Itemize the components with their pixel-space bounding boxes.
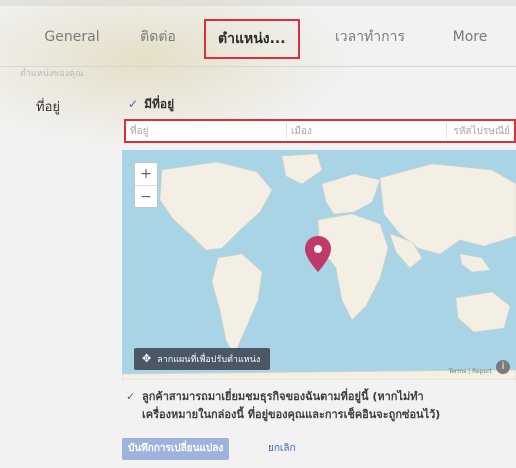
adjust-pin-label: ลากแผนที่เพื่อปรับตำแหน่ง (157, 355, 261, 365)
top-strip (0, 0, 516, 6)
zoom-in-button[interactable]: + (135, 163, 157, 185)
has-address-label: มีที่อยู่ (144, 97, 175, 111)
move-icon: ✥ (142, 352, 152, 365)
map[interactable]: + − ✥ ลากแผนที่เพื่อปรับตำแหน่ง Terms | R… (122, 150, 516, 380)
tab-contact[interactable]: ติดต่อ (128, 8, 188, 66)
info-icon[interactable]: i (496, 360, 510, 374)
save-changes-button[interactable]: บันทึกการเปลี่ยนแปลง (122, 438, 230, 460)
zoom-out-button[interactable]: − (135, 186, 157, 208)
adjust-pin-button[interactable]: ✥ ลากแผนที่เพื่อปรับตำแหน่ง (134, 348, 271, 370)
section-hint: ตำแหน่งของคุณ (20, 69, 84, 79)
map-attribution[interactable]: Terms | Report (449, 368, 492, 375)
checkmark-icon: ✓ (128, 97, 139, 111)
tab-hours[interactable]: เวลาทำการ (330, 8, 410, 66)
visit-address-text-line2: เครื่องหมายในกล่องนี้ ที่อยู่ของคุณและกา… (142, 408, 441, 421)
visit-address-checkbox[interactable]: ✓ ลูกค้าสามารถมาเยี่ยมชมธุรกิจของฉันตามท… (126, 388, 516, 424)
address-input[interactable] (126, 121, 286, 141)
has-address-checkbox[interactable]: ✓ มีที่อยู่ (128, 95, 174, 114)
city-input[interactable] (287, 121, 446, 141)
world-map (122, 153, 516, 380)
checkmark-icon: ✓ (126, 390, 136, 403)
address-fields (124, 119, 516, 143)
zoom-controls: + − (134, 162, 158, 208)
tab-location[interactable]: ตำแหน่ง... (204, 19, 300, 59)
address-label: ที่อยู่ (36, 100, 60, 115)
cancel-link[interactable]: ยกเลิก (268, 438, 296, 460)
zip-input[interactable] (447, 121, 514, 141)
location-marker-icon[interactable] (305, 236, 331, 272)
tab-general[interactable]: General (32, 8, 112, 66)
tab-more[interactable]: More (440, 8, 500, 66)
visit-address-text-line1: ลูกค้าสามารถมาเยี่ยมชมธุรกิจของฉันตามที่… (142, 390, 424, 403)
tab-bar: General ติดต่อ ตำแหน่ง... เวลาทำการ More (0, 8, 516, 67)
